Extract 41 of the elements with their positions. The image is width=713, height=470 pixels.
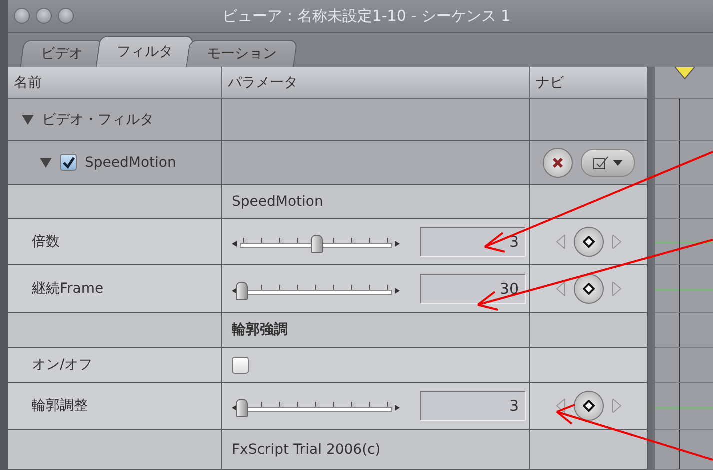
filter-name: SpeedMotion (85, 154, 176, 170)
value-field[interactable]: 30 (420, 274, 526, 304)
column-header: ナビ (530, 67, 648, 99)
disclosure-triangle-icon[interactable] (40, 158, 52, 168)
parameter-label: オン/オフ (32, 356, 93, 374)
group-label: ビデオ・フィルタ (42, 110, 154, 128)
slider-thumb[interactable] (236, 282, 248, 300)
checkbox[interactable] (60, 154, 77, 171)
value-field[interactable]: 3 (420, 391, 526, 421)
tab[interactable]: フィルタ (96, 36, 194, 67)
checkbox[interactable] (232, 356, 249, 374)
window-title: ビューア：名称未設定1-10 - シーケンス 1 (221, 6, 512, 26)
caret-icon (612, 160, 622, 166)
diamond-icon (582, 400, 594, 412)
checkbox-icon (592, 156, 608, 170)
slider-thumb[interactable] (236, 399, 248, 417)
slider-thumb[interactable] (311, 234, 323, 252)
column-header: 名前 (8, 67, 222, 99)
dropdown-button[interactable] (580, 148, 634, 176)
keyframe-button[interactable] (574, 274, 604, 304)
section-title: FxScript Trial 2006(c) (232, 442, 381, 458)
window-button[interactable] (14, 8, 30, 24)
tab[interactable]: モーション (186, 40, 298, 67)
keyframe-button[interactable] (574, 391, 604, 421)
parameter-label: 輪郭調整 (32, 397, 88, 415)
previous-keyframe-icon[interactable] (556, 399, 566, 413)
parameter-label: 倍数 (32, 232, 60, 250)
close-icon (552, 156, 564, 168)
section-title: 輪郭強調 (232, 321, 288, 339)
diamond-icon (582, 236, 594, 248)
disclosure-triangle-icon[interactable] (22, 114, 34, 124)
parameter-label: 継続Frame (32, 280, 104, 298)
keyframe-button[interactable] (574, 226, 604, 256)
column-header: パラメータ (222, 67, 530, 99)
previous-keyframe-icon[interactable] (556, 282, 566, 296)
value-field[interactable]: 3 (420, 226, 526, 256)
window-button[interactable] (36, 8, 52, 24)
reset-button[interactable] (542, 148, 572, 178)
diamond-icon (582, 282, 594, 294)
section-title: SpeedMotion (232, 194, 324, 210)
window-button[interactable] (58, 8, 74, 24)
